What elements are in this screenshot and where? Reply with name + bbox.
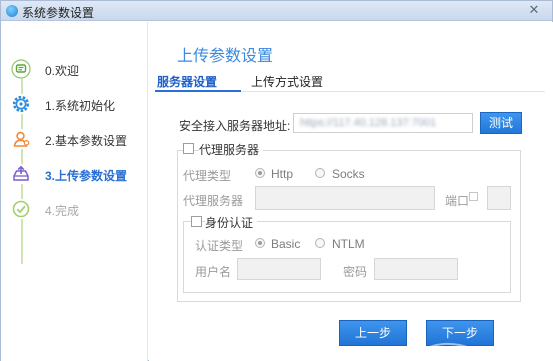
tab-upload-method[interactable]: 上传方式设置 <box>251 73 323 90</box>
test-button[interactable]: 测试 <box>480 112 522 134</box>
step-label: 2.基本参数设置 <box>45 134 128 148</box>
prev-button[interactable]: 上一步 <box>339 320 407 346</box>
auth-type-ntlm-label: NTLM <box>332 237 365 251</box>
proxy-port-input[interactable] <box>487 186 511 210</box>
proxy-checkbox-label: 代理服务器 <box>199 141 264 158</box>
auth-type-ntlm-radio[interactable] <box>315 238 325 248</box>
auth-type-basic-radio[interactable] <box>255 238 265 248</box>
user-icon <box>11 129 31 149</box>
page-title: 上传参数设置 <box>177 48 274 65</box>
wizard-steps: 0.欢迎 1.系统初始化 2.基本参数设置 3.上传参数设置 4.完成 <box>1 22 148 361</box>
server-address-value: https://117.40.128.137:7001 <box>300 117 437 129</box>
proxy-server-input[interactable] <box>255 186 435 210</box>
step-label: 1.系统初始化 <box>45 99 116 113</box>
step-finish: 4.完成 <box>11 198 148 220</box>
proxy-type-http-label: Http <box>271 167 294 181</box>
proxy-type-http-radio[interactable] <box>255 168 265 178</box>
tab-bar: 服务器设置 上传方式设置 <box>155 70 545 92</box>
server-address-label: 安全接入服务器地址: <box>179 119 291 133</box>
step-system-init: 1.系统初始化 <box>11 93 148 115</box>
username-label: 用户名 <box>195 265 232 279</box>
window-title: 系统参数设置 <box>22 6 95 20</box>
proxy-server-label: 代理服务器 <box>183 194 244 208</box>
password-input[interactable] <box>374 258 458 280</box>
auth-checkbox-label: 身份认证 <box>205 214 258 231</box>
step-welcome: 0.欢迎 <box>11 58 148 80</box>
proxy-port-label: 端口 <box>445 194 470 208</box>
main-panel: 上传参数设置 服务器设置 上传方式设置 安全接入服务器地址: https://1… <box>149 22 553 361</box>
server-address-input[interactable]: https://117.40.128.137:7001 <box>293 113 473 133</box>
step-label: 0.欢迎 <box>45 64 80 78</box>
auth-type-label: 认证类型 <box>195 239 244 253</box>
port-box-icon <box>469 192 478 201</box>
active-tab-indicator <box>155 90 241 92</box>
watermark-logo <box>416 342 543 357</box>
proxy-type-socks-label: Socks <box>332 167 365 181</box>
proxy-type-socks-radio[interactable] <box>315 168 325 178</box>
check-icon <box>11 199 31 219</box>
gear-icon <box>11 94 31 114</box>
auth-group <box>183 221 511 293</box>
step-label: 4.完成 <box>45 204 80 218</box>
upload-icon <box>11 164 31 184</box>
auth-checkbox[interactable] <box>191 216 202 227</box>
close-button[interactable]: ✕ <box>526 3 542 17</box>
auth-type-basic-label: Basic <box>271 237 301 251</box>
password-label: 密码 <box>343 265 368 279</box>
title-bar[interactable]: 系统参数设置 ✕ <box>1 1 552 21</box>
step-label: 3.上传参数设置 <box>45 169 128 183</box>
tab-server-settings[interactable]: 服务器设置 <box>157 73 217 90</box>
step-upload-params: 3.上传参数设置 <box>11 163 148 185</box>
step-basic-params: 2.基本参数设置 <box>11 128 148 150</box>
settings-window: 系统参数设置 ✕ 0.欢迎 1.系统初始化 2.基本参数设置 3.上传参数设置 … <box>0 0 553 361</box>
username-input[interactable] <box>237 258 321 280</box>
chat-icon <box>11 59 31 79</box>
proxy-checkbox[interactable] <box>183 143 194 154</box>
app-icon <box>6 5 18 17</box>
proxy-type-label: 代理类型 <box>183 169 232 183</box>
